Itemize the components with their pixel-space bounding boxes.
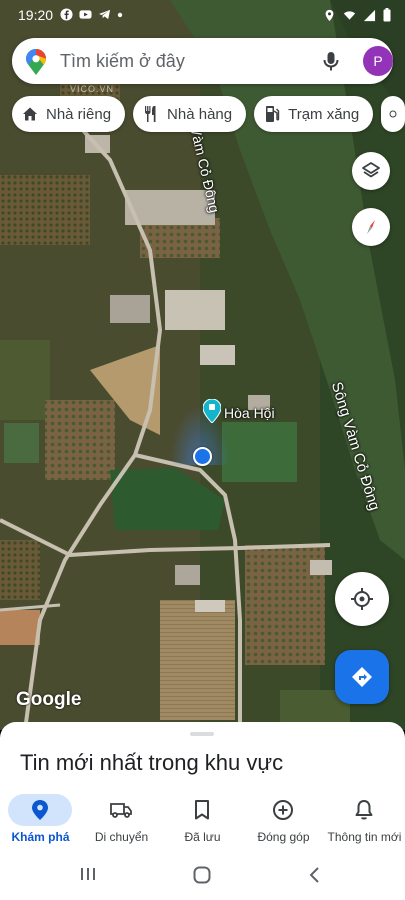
- nav-label: Đóng góp: [257, 830, 310, 844]
- explore-pin-icon: [32, 800, 48, 820]
- crosshair-icon: [351, 588, 373, 610]
- chip-more[interactable]: [381, 96, 405, 132]
- category-chips: Nhà riêng Nhà hàng Trạm xăng: [12, 96, 405, 132]
- recent-apps-icon: [81, 868, 95, 880]
- home-button[interactable]: [193, 866, 211, 889]
- layers-icon: [362, 162, 380, 178]
- chip-gas-station[interactable]: Trạm xăng: [254, 96, 374, 132]
- bell-icon: [355, 800, 373, 820]
- bottom-sheet[interactable]: Tin mới nhất trong khu vực: [0, 722, 405, 794]
- chip-label: Nhà riêng: [46, 105, 112, 123]
- restaurant-icon: [145, 106, 156, 122]
- nav-contribute[interactable]: Đóng góp: [243, 788, 324, 852]
- nav-label: Đã lưu: [184, 830, 221, 844]
- chip-label: Nhà hàng: [167, 105, 233, 123]
- status-bar: 19:20: [0, 0, 405, 30]
- facebook-icon: [60, 8, 73, 21]
- nav-commute[interactable]: Di chuyển: [81, 788, 162, 852]
- sheet-drag-handle[interactable]: [190, 732, 214, 736]
- add-circle-icon: [273, 800, 293, 820]
- nav-saved[interactable]: Đã lưu: [162, 788, 243, 852]
- google-maps-logo-icon: [26, 49, 46, 75]
- chip-home[interactable]: Nhà riêng: [12, 96, 126, 132]
- back-icon: [309, 867, 319, 883]
- telegram-icon: [98, 9, 111, 20]
- signal-icon: [363, 9, 376, 21]
- place-label[interactable]: Hòa Hội: [224, 405, 275, 421]
- recent-apps-button[interactable]: [80, 866, 96, 887]
- nav-label: Khám phá: [11, 830, 70, 844]
- home-outline-icon: [193, 866, 211, 884]
- layers-button[interactable]: [352, 152, 390, 190]
- nav-updates[interactable]: Thông tin mới: [324, 788, 405, 852]
- bookmark-icon: [195, 800, 209, 820]
- bottom-navigation: Khám phá Di chuyển Đã lưu Đóng góp Thông…: [0, 788, 405, 852]
- avatar[interactable]: P: [363, 46, 393, 76]
- nav-explore[interactable]: Khám phá: [0, 788, 81, 852]
- youtube-icon: [79, 10, 92, 19]
- wifi-icon: [343, 10, 356, 20]
- my-location-dot: [193, 447, 212, 466]
- system-navigation-bar: [0, 852, 405, 900]
- mic-icon[interactable]: [320, 50, 342, 72]
- chip-restaurant[interactable]: Nhà hàng: [133, 96, 247, 132]
- nav-label: Thông tin mới: [327, 830, 402, 844]
- search-bar[interactable]: Tìm kiếm ở đây P: [12, 38, 393, 84]
- search-placeholder[interactable]: Tìm kiếm ở đây: [60, 51, 185, 72]
- battery-icon: [383, 8, 391, 22]
- chip-label: Trạm xăng: [288, 105, 360, 123]
- place-marker-icon[interactable]: [202, 398, 222, 428]
- gas-station-icon: [266, 106, 280, 122]
- car-icon: [110, 803, 132, 818]
- more-category-icon: [389, 110, 397, 118]
- compass-icon: [367, 220, 375, 234]
- my-location-button[interactable]: [335, 572, 389, 626]
- back-button[interactable]: [308, 866, 320, 889]
- dot-icon: [117, 12, 123, 17]
- sheet-title: Tin mới nhất trong khu vực: [20, 750, 284, 775]
- compass-button[interactable]: [352, 208, 390, 246]
- status-time: 19:20: [18, 7, 54, 23]
- nav-label: Di chuyển: [94, 830, 149, 844]
- directions-icon: [352, 667, 372, 687]
- location-icon: [325, 9, 334, 21]
- home-icon: [23, 107, 37, 121]
- google-attribution: Google: [16, 689, 82, 710]
- watermark-label: VICO.VN: [70, 84, 115, 94]
- directions-button[interactable]: [335, 650, 389, 704]
